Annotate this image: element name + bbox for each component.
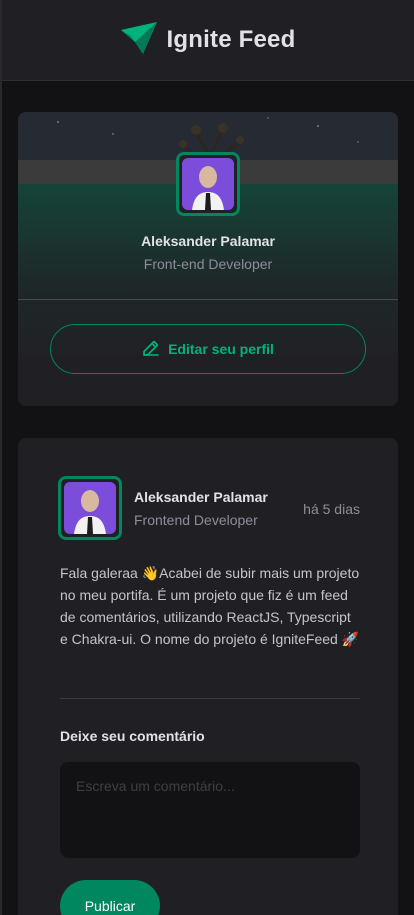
profile-card: Aleksander Palamar Front-end Developer E… (18, 112, 398, 406)
post-timestamp: há 5 dias (303, 501, 360, 517)
app-page: Ignite Feed Aleksander Palamar Front-end… (0, 0, 414, 915)
post-author-avatar[interactable] (58, 476, 122, 540)
comment-label: Deixe seu comentário (60, 728, 205, 744)
profile-avatar (176, 152, 240, 216)
post-author-name: Aleksander Palamar (134, 489, 268, 505)
post-divider (60, 698, 360, 699)
profile-role: Front-end Developer (143, 256, 273, 272)
pencil-icon (142, 339, 160, 360)
edit-profile-button[interactable]: Editar seu perfil (50, 324, 366, 374)
app-title: Ignite Feed (166, 26, 296, 53)
comment-input[interactable] (60, 762, 360, 858)
post-author-role: Frontend Developer (134, 512, 258, 528)
profile-name: Aleksander Palamar (141, 233, 275, 249)
post-card: Aleksander Palamar Frontend Developer há… (18, 438, 398, 915)
profile-divider (18, 299, 398, 300)
publish-button[interactable]: Publicar (60, 880, 160, 915)
app-header: Ignite Feed (2, 0, 414, 81)
ignite-logo-icon (120, 21, 157, 59)
edit-profile-label: Editar seu perfil (168, 341, 274, 357)
post-content: Fala galeraa 👋Acabei de subir mais um pr… (60, 565, 360, 647)
